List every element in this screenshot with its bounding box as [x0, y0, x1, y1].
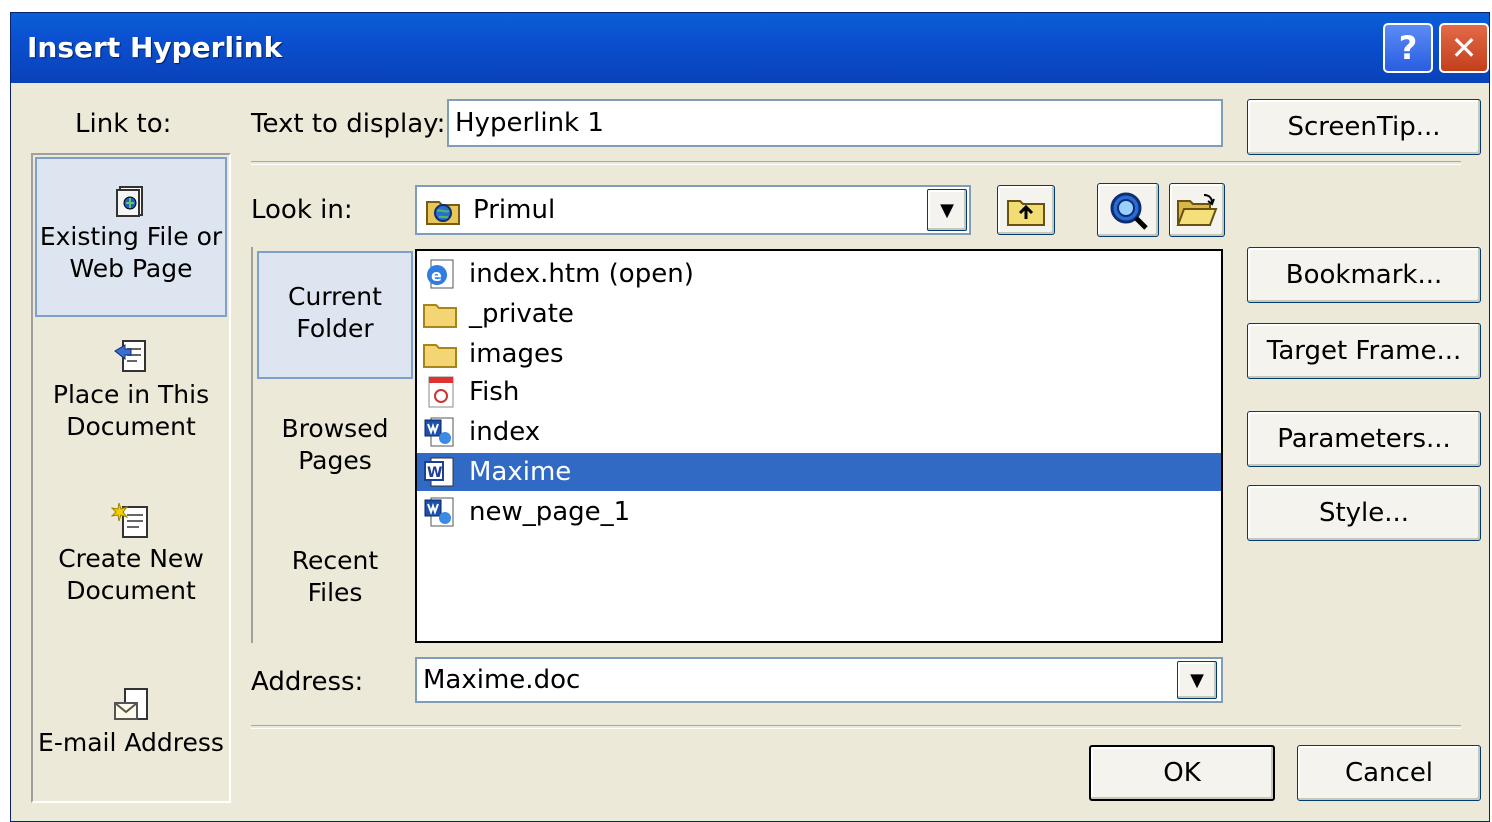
bottom-separator	[251, 725, 1461, 729]
current-folder-line2: Folder	[296, 314, 374, 343]
svg-text:W: W	[427, 465, 442, 481]
folder-icon	[421, 298, 459, 330]
link-to-label: Link to:	[75, 109, 172, 139]
dialog-title: Insert Hyperlink	[27, 31, 283, 64]
new-document-icon	[110, 501, 151, 541]
screentip-button[interactable]: ScreenTip...	[1247, 99, 1481, 155]
text-to-display-input[interactable]: Hyperlink 1	[447, 99, 1223, 147]
address-label: Address:	[251, 667, 364, 697]
recent-files-line2: Files	[307, 578, 363, 607]
address-value: Maxime.doc	[423, 665, 581, 695]
link-to-place-in-document[interactable]: Place in This Document	[35, 337, 227, 477]
insert-hyperlink-dialog: Insert Hyperlink ? ✕ Link to: Existing F…	[10, 12, 1490, 822]
up-one-folder-button[interactable]	[997, 185, 1055, 235]
place-in-document-icon	[111, 337, 151, 377]
file-row-selected[interactable]: W Maxime	[417, 453, 1221, 491]
close-button[interactable]: ✕	[1439, 23, 1489, 73]
browse-web-icon	[1106, 188, 1150, 232]
link-to-email-address[interactable]: E-mail Address	[35, 685, 227, 785]
browse-web-button[interactable]	[1097, 183, 1159, 237]
browsed-pages-line1: Browsed	[281, 414, 389, 443]
title-bar[interactable]: Insert Hyperlink ? ✕	[11, 13, 1489, 83]
ok-button[interactable]: OK	[1089, 745, 1275, 801]
nav-current-folder[interactable]: Current Folder	[257, 251, 413, 379]
look-in-dropdown-arrow[interactable]: ▼	[927, 189, 967, 231]
email-address-label: E-mail Address	[38, 728, 224, 757]
text-to-display-label: Text to display:	[251, 109, 446, 139]
email-icon	[111, 685, 151, 725]
file-name: index	[469, 417, 541, 447]
parameters-button[interactable]: Parameters...	[1247, 411, 1481, 467]
link-to-create-new-document[interactable]: Create New Document	[35, 501, 227, 641]
address-combobox[interactable]: Maxime.doc ▼	[415, 657, 1223, 703]
pdf-file-icon	[421, 376, 459, 408]
word-doc-icon: W	[421, 456, 459, 488]
look-in-label: Look in:	[251, 195, 353, 225]
help-button[interactable]: ?	[1383, 23, 1433, 73]
file-name: new_page_1	[469, 497, 631, 527]
nav-browsed-pages[interactable]: Browsed Pages	[257, 413, 413, 493]
bookmark-button[interactable]: Bookmark...	[1247, 247, 1481, 303]
svg-text:e: e	[431, 266, 442, 285]
file-name: images	[469, 339, 564, 369]
file-row[interactable]: new_page_1	[417, 493, 1221, 531]
create-new-document-line1: Create New	[58, 544, 204, 573]
link-to-sidebar: Existing File or Web Page Place in This …	[31, 153, 231, 803]
look-in-dropdown[interactable]: Primul ▼	[415, 185, 971, 235]
existing-file-line2: Web Page	[69, 254, 193, 283]
top-separator	[251, 161, 1461, 165]
place-in-document-line2: Document	[66, 412, 196, 441]
file-row[interactable]: e index.htm (open)	[417, 255, 1221, 293]
folder-icon	[421, 338, 459, 370]
address-dropdown-arrow[interactable]: ▼	[1177, 661, 1217, 699]
ie-page-icon: e	[421, 258, 459, 290]
link-to-existing-file[interactable]: Existing File or Web Page	[35, 157, 227, 317]
current-folder-line1: Current	[288, 282, 382, 311]
browsed-pages-line2: Pages	[298, 446, 372, 475]
file-name: index.htm (open)	[469, 259, 694, 289]
nav-recent-files[interactable]: Recent Files	[257, 545, 413, 625]
up-folder-icon	[1006, 193, 1046, 227]
file-name: Fish	[469, 377, 520, 407]
file-row[interactable]: _private	[417, 295, 1221, 333]
web-page-icon	[421, 416, 459, 448]
style-button[interactable]: Style...	[1247, 485, 1481, 541]
file-row[interactable]: Fish	[417, 373, 1221, 411]
globe-folder-icon	[425, 194, 461, 226]
create-new-document-line2: Document	[66, 576, 196, 605]
recent-files-line1: Recent	[291, 546, 379, 575]
open-folder-icon	[1176, 191, 1218, 229]
place-in-document-line1: Place in This	[52, 380, 210, 409]
target-frame-button[interactable]: Target Frame...	[1247, 323, 1481, 379]
file-name: _private	[469, 299, 574, 329]
browse-nav-panel: Current Folder Browsed Pages Recent File…	[251, 247, 413, 643]
existing-file-icon	[114, 185, 148, 219]
file-row[interactable]: index	[417, 413, 1221, 451]
file-row[interactable]: images	[417, 335, 1221, 373]
existing-file-line1: Existing File or	[39, 222, 223, 251]
look-in-value: Primul	[473, 195, 556, 225]
cancel-button[interactable]: Cancel	[1297, 745, 1481, 801]
file-name: Maxime	[469, 457, 572, 487]
web-page-icon	[421, 496, 459, 528]
browse-file-button[interactable]	[1169, 183, 1225, 237]
file-list[interactable]: e index.htm (open) _private images Fish …	[415, 249, 1223, 643]
